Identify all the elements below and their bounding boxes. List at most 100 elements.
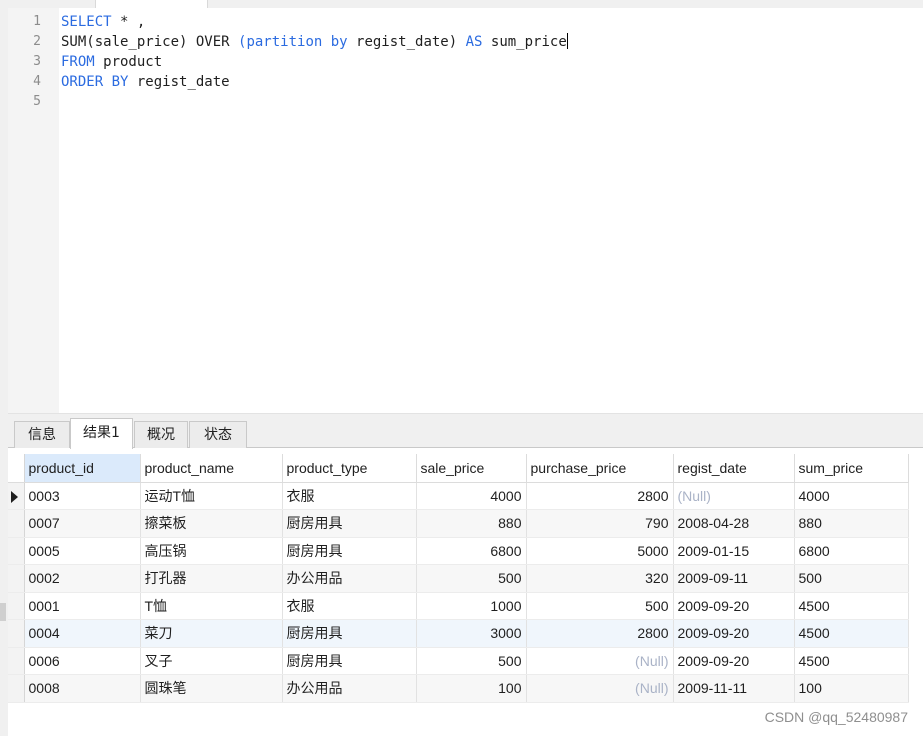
table-cell[interactable]: 0007: [24, 509, 141, 538]
table-cell[interactable]: 2008-04-28: [673, 509, 795, 538]
table-cell[interactable]: 厨房用具: [282, 509, 417, 538]
grid-header-row: product_id product_name product_type sale_p…: [8, 454, 909, 483]
table-cell[interactable]: 500: [526, 592, 674, 620]
row-indicator[interactable]: [8, 647, 25, 675]
table-cell[interactable]: 4500: [794, 647, 909, 675]
table-row[interactable]: 0003 运动T恤 衣服 4000 2800 (Null) 4000: [8, 482, 909, 510]
code-line[interactable]: 2 SUM(sale_price) OVER (partition by regi…: [8, 32, 923, 52]
column-header[interactable]: regist_date: [673, 454, 795, 483]
editor-tab[interactable]: [95, 0, 208, 8]
table-cell[interactable]: T恤: [140, 592, 283, 620]
code-text: ORDER BY regist_date: [61, 72, 230, 92]
table-cell[interactable]: 0001: [24, 592, 141, 620]
table-cell[interactable]: 叉子: [140, 647, 283, 675]
table-cell[interactable]: 运动T恤: [140, 482, 283, 510]
code-line[interactable]: 3 FROM product: [8, 52, 923, 72]
table-cell[interactable]: 4000: [416, 482, 527, 510]
table-cell[interactable]: 500: [794, 564, 909, 593]
table-cell[interactable]: 圆珠笔: [140, 674, 283, 703]
table-cell[interactable]: 2009-09-11: [673, 564, 795, 593]
table-cell[interactable]: 厨房用具: [282, 537, 417, 565]
table-cell[interactable]: 0006: [24, 647, 141, 675]
table-cell[interactable]: 100: [794, 674, 909, 703]
table-cell[interactable]: 6800: [794, 537, 909, 565]
result-tab[interactable]: 概况: [134, 421, 188, 448]
column-header[interactable]: product_id: [24, 454, 141, 483]
text-caret: [566, 33, 568, 49]
table-row[interactable]: 0008 圆珠笔 办公用品 100 (Null) 2009-11-11 100: [8, 674, 909, 703]
column-header[interactable]: sale_price: [416, 454, 527, 483]
left-edge: [0, 8, 8, 736]
table-cell[interactable]: 厨房用具: [282, 647, 417, 675]
row-indicator[interactable]: [8, 537, 25, 565]
column-header[interactable]: product_type: [282, 454, 417, 483]
table-cell[interactable]: 100: [416, 674, 527, 703]
table-cell[interactable]: 2009-09-20: [673, 647, 795, 675]
table-cell[interactable]: 880: [794, 509, 909, 538]
table-cell[interactable]: 2800: [526, 619, 674, 648]
column-header[interactable]: purchase_price: [526, 454, 674, 483]
table-cell[interactable]: 4000: [794, 482, 909, 510]
table-row[interactable]: 0005 高压锅 厨房用具 6800 5000 2009-01-15 6800: [8, 537, 909, 565]
table-cell[interactable]: (Null): [526, 647, 674, 675]
row-indicator[interactable]: [8, 592, 25, 620]
result-tab[interactable]: 状态: [189, 421, 247, 448]
code-text: SUM(sale_price) OVER (partition by regis…: [61, 32, 568, 52]
table-cell[interactable]: 2800: [526, 482, 674, 510]
sql-keyword: ORDER BY: [61, 74, 129, 90]
table-row[interactable]: 0007 擦菜板 厨房用具 880 790 2008-04-28 880: [8, 509, 909, 538]
sql-editor[interactable]: 1 SELECT * , 2 SUM(sale_price) OVER (partit…: [8, 8, 923, 414]
row-indicator[interactable]: [8, 619, 25, 648]
table-cell[interactable]: 办公用品: [282, 674, 417, 703]
table-row[interactable]: 0002 打孔器 办公用品 500 320 2009-09-11 500: [8, 564, 909, 593]
table-row[interactable]: 0004 菜刀 厨房用具 3000 2800 2009-09-20 4500: [8, 619, 909, 648]
result-tab-bar: 信息 结果1 概况 状态: [8, 418, 923, 449]
table-cell[interactable]: 衣服: [282, 482, 417, 510]
result-tab[interactable]: 结果1: [70, 418, 133, 449]
table-cell[interactable]: 500: [416, 647, 527, 675]
code-line[interactable]: 1 SELECT * ,: [8, 12, 923, 32]
table-cell[interactable]: 880: [416, 509, 527, 538]
result-grid[interactable]: product_id product_name product_type sale_p…: [8, 454, 909, 703]
table-cell[interactable]: 0008: [24, 674, 141, 703]
code-line[interactable]: 5: [8, 92, 923, 112]
table-cell[interactable]: 厨房用具: [282, 619, 417, 648]
table-cell[interactable]: 1000: [416, 592, 527, 620]
row-indicator[interactable]: [8, 509, 25, 538]
table-cell[interactable]: 高压锅: [140, 537, 283, 565]
row-indicator[interactable]: [8, 564, 25, 593]
row-indicator[interactable]: [8, 482, 25, 510]
table-cell[interactable]: 4500: [794, 619, 909, 648]
table-cell[interactable]: 2009-01-15: [673, 537, 795, 565]
table-cell[interactable]: 0002: [24, 564, 141, 593]
table-cell[interactable]: (Null): [673, 482, 795, 510]
current-row-pointer-icon: [11, 490, 18, 503]
table-row[interactable]: 0001 T恤 衣服 1000 500 2009-09-20 4500: [8, 592, 909, 620]
table-cell[interactable]: 擦菜板: [140, 509, 283, 538]
table-cell[interactable]: 2009-09-20: [673, 592, 795, 620]
table-cell[interactable]: 790: [526, 509, 674, 538]
table-cell[interactable]: 320: [526, 564, 674, 593]
table-row[interactable]: 0006 叉子 厨房用具 500 (Null) 2009-09-20 4500: [8, 647, 909, 675]
table-cell[interactable]: 0005: [24, 537, 141, 565]
table-cell[interactable]: 0004: [24, 619, 141, 648]
table-cell[interactable]: 5000: [526, 537, 674, 565]
row-indicator[interactable]: [8, 674, 25, 703]
table-cell[interactable]: 办公用品: [282, 564, 417, 593]
line-number: 2: [33, 34, 41, 49]
table-cell[interactable]: (Null): [526, 674, 674, 703]
table-cell[interactable]: 4500: [794, 592, 909, 620]
table-cell[interactable]: 0003: [24, 482, 141, 510]
table-cell[interactable]: 3000: [416, 619, 527, 648]
table-cell[interactable]: 菜刀: [140, 619, 283, 648]
column-header[interactable]: product_name: [140, 454, 283, 483]
result-tab[interactable]: 信息: [14, 421, 70, 448]
table-cell[interactable]: 2009-11-11: [673, 674, 795, 703]
table-cell[interactable]: 打孔器: [140, 564, 283, 593]
table-cell[interactable]: 2009-09-20: [673, 619, 795, 648]
column-header[interactable]: sum_price: [794, 454, 909, 483]
table-cell[interactable]: 500: [416, 564, 527, 593]
table-cell[interactable]: 衣服: [282, 592, 417, 620]
table-cell[interactable]: 6800: [416, 537, 527, 565]
code-line[interactable]: 4 ORDER BY regist_date: [8, 72, 923, 92]
